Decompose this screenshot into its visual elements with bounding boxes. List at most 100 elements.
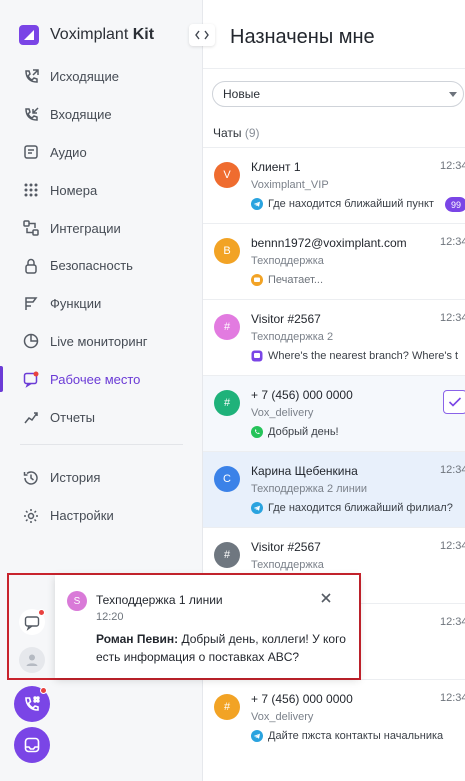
viber-icon — [251, 350, 263, 362]
incoming-call-icon — [25, 107, 39, 121]
inbox-button[interactable] — [14, 727, 50, 763]
chat-list-item[interactable]: # + 7 (456) 000 0000 12:34 Vox_delivery … — [203, 679, 465, 755]
page-title: Назначены мне — [230, 26, 375, 48]
sidebar-item-label: Номера — [50, 182, 98, 198]
history-icon — [23, 471, 38, 485]
chat-time: 12:34 — [440, 540, 465, 552]
outgoing-call-icon — [25, 69, 39, 83]
sidebar-item-functions[interactable]: Функции — [0, 285, 203, 323]
gear-icon — [24, 508, 38, 523]
chat-last-message: Where's the nearest branch? Where's t — [251, 350, 465, 362]
chat-message-text: Где находится ближайший пункт — [268, 198, 434, 210]
chat-list-item[interactable]: V Клиент 1 12:34 Voximplant_VIP Где нахо… — [203, 147, 465, 223]
chat-contact-name: Visitor #2567 — [251, 312, 321, 326]
notification-time: 12:20 — [96, 611, 124, 623]
avatar: B — [214, 238, 240, 264]
sidebar-item-history[interactable]: История — [0, 459, 203, 497]
chat-time: 12:34 — [440, 312, 465, 324]
sidebar-item-label: Рабочее место — [50, 371, 141, 387]
chat-contact-name: + 7 (456) 000 0000 — [251, 388, 353, 402]
integrations-icon — [23, 220, 39, 236]
support-chat-button[interactable] — [19, 609, 45, 635]
avatar: C — [214, 466, 240, 492]
take-chat-checkbox[interactable] — [443, 390, 465, 414]
avatar: V — [214, 162, 240, 188]
sidebar-item-label: Интеграции — [50, 220, 121, 236]
chat-time: 12:34 — [440, 236, 465, 248]
telegram-icon — [251, 502, 263, 514]
notification-highlight-frame: S Техподдержка 1 линии 12:20 Роман Певин… — [7, 573, 361, 680]
chat-message-text: Добрый день! — [268, 426, 339, 438]
chat-message-text: Where's the nearest branch? Where's t — [268, 350, 459, 362]
chevron-down-icon — [449, 92, 457, 97]
chat-message-text: Печатает... — [268, 274, 324, 286]
lock-icon — [25, 258, 37, 274]
new-message-notification[interactable]: S Техподдержка 1 линии 12:20 Роман Певин… — [55, 575, 359, 678]
chat-time: 12:34 — [440, 616, 465, 628]
audio-file-icon — [24, 145, 38, 160]
chat-list-item[interactable]: B bennn1972@voximplant.com 12:34 Техподд… — [203, 223, 465, 299]
workplace-chat-icon — [23, 371, 39, 389]
dialpad-icon — [24, 183, 38, 197]
sidebar-divider — [20, 443, 183, 445]
chat-line-name: Vox_delivery — [251, 407, 314, 419]
status-filter-select[interactable]: Новые — [212, 81, 464, 107]
chat-list-item[interactable]: # + 7 (456) 000 0000 Vox_delivery Добрый… — [203, 375, 465, 451]
sidebar-item-live-monitoring[interactable]: Live мониторинг — [0, 323, 203, 361]
sidebar-item-label: Аудио — [50, 144, 87, 160]
inbox-icon — [24, 737, 40, 753]
functions-icon — [25, 296, 38, 310]
telegram-icon — [251, 730, 263, 742]
sidebar-item-label: Входящие — [50, 107, 112, 123]
sidebar-item-security[interactable]: Безопасность — [0, 247, 203, 285]
chat-contact-name: Клиент 1 — [251, 160, 301, 174]
chat-contact-name: bennn1972@voximplant.com — [251, 236, 407, 250]
avatar: # — [214, 390, 240, 416]
chat-message-text: Дайте пжста контакты начальника — [268, 730, 444, 742]
chat-line-name: Техподдержка 2 линии — [251, 483, 368, 495]
notification-author: Роман Певин: — [96, 632, 179, 646]
brand[interactable]: Voximplant Kit — [18, 24, 154, 46]
chat-last-message: Печатает... — [251, 274, 465, 286]
unread-count-badge: 99 — [445, 197, 465, 212]
avatar: # — [214, 694, 240, 720]
brand-name: Voximplant Kit — [50, 26, 155, 43]
chat-last-message: Дайте пжста контакты начальника — [251, 730, 465, 742]
sidebar-item-reports[interactable]: Отчеты — [0, 398, 203, 436]
sidebar-item-workplace[interactable]: Рабочее место — [0, 360, 203, 398]
chat-list-item[interactable]: C Карина Щебенкина 12:34 Техподдержка 2 … — [203, 451, 465, 527]
avatar: S — [67, 591, 87, 611]
sidebar-item-label: Функции — [50, 296, 102, 312]
sidebar-item-settings[interactable]: Настройки — [0, 497, 203, 535]
voximplant-logo-icon — [19, 25, 39, 45]
user-icon — [26, 654, 38, 666]
sidebar-item-integrations[interactable]: Интеграции — [0, 209, 203, 247]
sidebar-item-label: Отчеты — [50, 409, 95, 425]
telegram-icon — [251, 198, 263, 210]
chat-time: 12:34 — [440, 160, 465, 172]
chat-list-item[interactable]: # Visitor #2567 12:34 Техподдержка 2 Whe… — [203, 299, 465, 375]
chat-line-name: Vox_delivery — [251, 711, 314, 723]
notification-message: Роман Певин: Добрый день, коллеги! У ког… — [96, 630, 351, 666]
sidebar-item-numbers[interactable]: Номера — [0, 171, 203, 209]
sidebar-item-incoming[interactable]: Входящие — [0, 96, 203, 134]
sidebar-collapse-button[interactable] — [189, 24, 215, 46]
sidebar-item-outgoing[interactable]: Исходящие — [0, 58, 203, 96]
sidebar-item-label: Live мониторинг — [50, 333, 148, 349]
pie-chart-icon — [23, 334, 39, 349]
avatar: # — [214, 314, 240, 340]
chat-line-name: Техподдержка — [251, 255, 324, 267]
filter-selected-value: Новые — [223, 87, 261, 101]
user-avatar-button[interactable] — [19, 647, 45, 673]
reports-chart-icon — [24, 412, 38, 424]
chat-contact-name: Карина Щебенкина — [251, 464, 358, 478]
chat-last-message: Где находится ближайший филиал? — [251, 502, 465, 514]
close-notification-button[interactable] — [318, 590, 334, 606]
softphone-button[interactable] — [14, 686, 50, 722]
checkmark-icon — [448, 397, 462, 407]
chats-count-label: Чаты (9) — [213, 126, 260, 140]
sidebar-item-audio[interactable]: Аудио — [0, 134, 203, 172]
chat-contact-name: Visitor #2567 — [251, 540, 321, 554]
header-divider — [203, 68, 465, 69]
sidebar-item-label: Безопасность — [50, 258, 133, 274]
